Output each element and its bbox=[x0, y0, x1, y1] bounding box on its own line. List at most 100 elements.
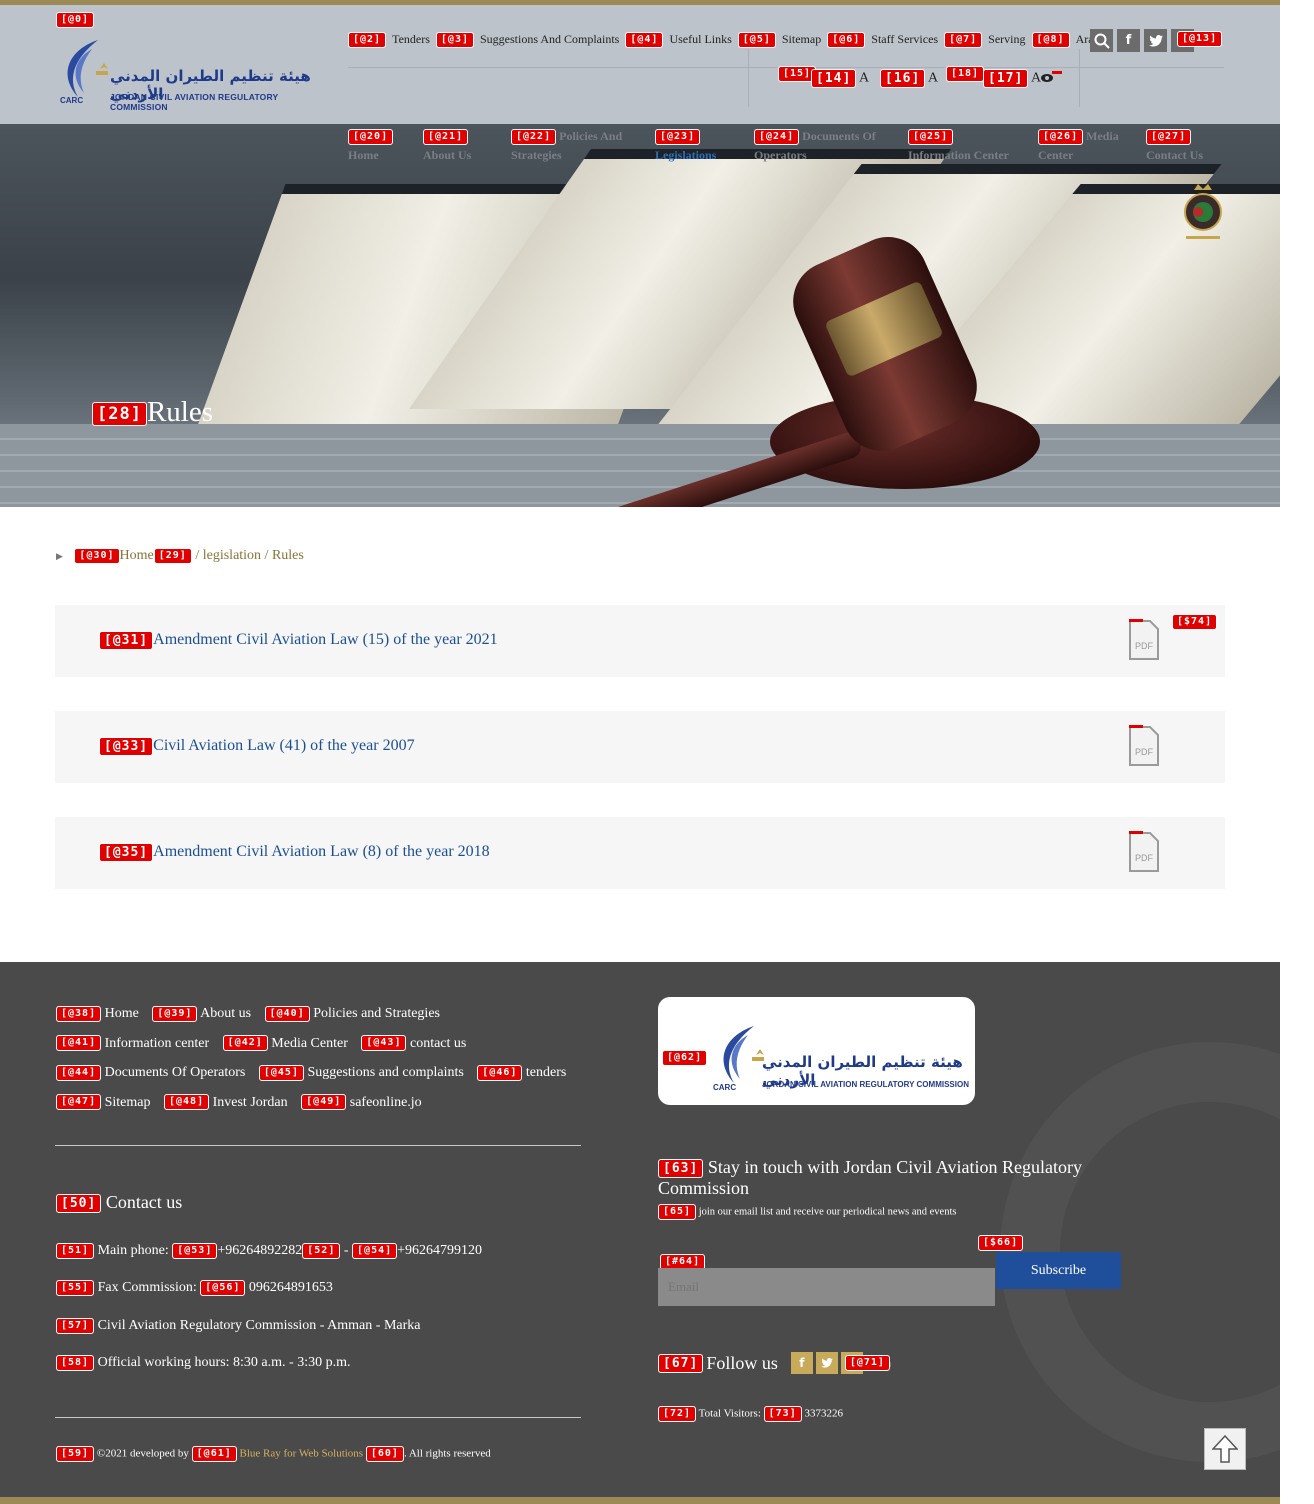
footer-logo[interactable]: [@62] هيئة تنظيم الطيران المدني الأردني … bbox=[658, 997, 975, 1105]
contrast-toggle-icon[interactable] bbox=[1040, 71, 1062, 83]
marker-23: [@23] bbox=[655, 129, 701, 146]
footer-divider bbox=[55, 1417, 581, 1418]
marker-42: [@42] bbox=[222, 1035, 268, 1052]
twitter-bird-icon bbox=[821, 1358, 833, 1368]
document-row: [@35] Amendment Civil Aviation Law (8) of… bbox=[55, 817, 1225, 889]
top-link-tenders[interactable]: Tenders bbox=[392, 32, 430, 48]
fax-link[interactable]: 096264891653 bbox=[249, 1280, 333, 1295]
breadcrumb-arrow-icon: ▶ bbox=[56, 551, 63, 562]
marker-66: [$66] bbox=[978, 1235, 1024, 1251]
marker-62: [@62] bbox=[662, 1050, 708, 1066]
contact-address: [57] Civil Aviation Regulatory Commissio… bbox=[56, 1318, 420, 1334]
marker-14: [14] bbox=[811, 69, 857, 88]
document-link[interactable]: [@33] Civil Aviation Law (41) of the year… bbox=[99, 737, 415, 756]
marker-35: [@35] bbox=[99, 843, 154, 862]
marker-56: [@56] bbox=[200, 1280, 246, 1296]
marker-30: [@30] bbox=[74, 548, 120, 564]
footer-link-safeonline[interactable]: safeonline.jo bbox=[350, 1095, 422, 1110]
breadcrumb-path: / legislation / Rules bbox=[191, 548, 304, 564]
marker-55: [55] bbox=[56, 1280, 95, 1296]
marker-8: [@8] bbox=[1031, 32, 1070, 48]
hero-banner: [@20] Home [@21] About Us [@22] Policies A… bbox=[0, 124, 1280, 507]
marker-38: [@38] bbox=[56, 1005, 102, 1022]
marker-20: [@20] bbox=[348, 129, 394, 146]
instagram-icon[interactable]: [@13] bbox=[1171, 29, 1223, 52]
pdf-label: PDF bbox=[1135, 641, 1154, 651]
document-link[interactable]: [@31] Amendment Civil Aviation Law (15) o… bbox=[99, 631, 498, 650]
marker-26: [@26] bbox=[1038, 129, 1084, 146]
footer-link-home[interactable]: Home bbox=[105, 1006, 139, 1021]
marker-43: [@43] bbox=[361, 1035, 407, 1052]
marker-13: [@13] bbox=[1177, 31, 1223, 47]
marker-52: [52] bbox=[302, 1243, 341, 1259]
footer-link-tenders[interactable]: tenders bbox=[526, 1065, 566, 1080]
footer-link-suggestions[interactable]: Suggestions and complaints bbox=[307, 1065, 463, 1080]
marker-2: [@2] bbox=[348, 32, 387, 48]
font-reset-button[interactable]: A bbox=[928, 71, 938, 86]
bottom-gold-stripe bbox=[0, 1497, 1280, 1504]
site-logo[interactable]: هيئة تنظيم الطيران المدني الأردني JORDAN… bbox=[58, 35, 318, 112]
main-nav: [@20] Home [@21] About Us [@22] Policies A… bbox=[0, 124, 1280, 174]
footer-link-about[interactable]: About us bbox=[200, 1006, 251, 1021]
pdf-icon[interactable]: PDF bbox=[1128, 619, 1160, 661]
nav-information[interactable]: [@25] Information Center bbox=[908, 127, 1009, 165]
phone-link-2[interactable]: +96264799120 bbox=[397, 1243, 482, 1258]
nav-home[interactable]: [@20] Home bbox=[348, 127, 394, 165]
contact-fax: [55] Fax Commission: [@56] 096264891653 bbox=[56, 1280, 333, 1296]
pdf-label: PDF bbox=[1135, 747, 1154, 757]
top-link-staff-services[interactable]: Staff Services bbox=[871, 32, 938, 48]
nav-policies[interactable]: [@22] Policies And Strategies bbox=[511, 127, 622, 165]
phone-link-1[interactable]: +96264892282 bbox=[217, 1243, 302, 1258]
marker-3: [@3] bbox=[435, 32, 474, 48]
top-link-suggestions[interactable]: Suggestions And Complaints bbox=[480, 32, 619, 48]
footer-links: [@38] Home [@39] About us [@40] Policies… bbox=[56, 999, 576, 1117]
marker-7: [@7] bbox=[944, 32, 983, 48]
nav-contact[interactable]: [@27] Contact Us bbox=[1146, 127, 1203, 165]
breadcrumb-home[interactable]: Home bbox=[120, 548, 154, 563]
document-link[interactable]: [@35] Amendment Civil Aviation Law (8) of… bbox=[99, 843, 490, 862]
arrow-up-icon bbox=[1212, 1435, 1238, 1463]
marker-33: [@33] bbox=[99, 737, 154, 756]
newsletter-email-input[interactable] bbox=[658, 1268, 995, 1306]
developer-link[interactable]: Blue Ray for Web Solutions bbox=[240, 1448, 364, 1460]
footer-link-contact[interactable]: contact us bbox=[410, 1036, 466, 1051]
pdf-icon[interactable]: PDF bbox=[1128, 725, 1160, 767]
footer-link-policies[interactable]: Policies and Strategies bbox=[313, 1006, 440, 1021]
footer-link-information[interactable]: Information center bbox=[105, 1036, 210, 1051]
search-button[interactable] bbox=[1090, 29, 1113, 52]
logo-english-text: JORDAN CIVIL AVIATION REGULATORY COMMISS… bbox=[110, 92, 279, 112]
font-decrease-button[interactable]: A bbox=[859, 71, 869, 86]
footer-link-invest[interactable]: Invest Jordan bbox=[213, 1095, 288, 1110]
marker-16: [16] bbox=[880, 69, 926, 88]
footer-divider bbox=[55, 1145, 581, 1146]
marker-18: [18] bbox=[946, 66, 985, 82]
footer-instagram-icon[interactable]: [@71] bbox=[840, 1352, 890, 1374]
nav-media[interactable]: [@26] Media Center bbox=[1038, 127, 1119, 165]
footer-logo-abbr: CARC bbox=[713, 1083, 737, 1092]
newsletter-subtext: [65] join our email list and receive our… bbox=[658, 1204, 956, 1220]
top-link-useful-links[interactable]: Useful Links bbox=[669, 32, 731, 48]
twitter-icon[interactable] bbox=[1144, 29, 1167, 52]
top-link-sitemap[interactable]: Sitemap bbox=[782, 32, 821, 48]
marker-48: [@48] bbox=[164, 1094, 210, 1111]
footer-link-media[interactable]: Media Center bbox=[271, 1036, 348, 1051]
footer-link-documents[interactable]: Documents Of Operators bbox=[105, 1065, 246, 1080]
footer-facebook-icon[interactable]: f bbox=[790, 1352, 813, 1374]
marker-71: [@71] bbox=[844, 1355, 890, 1371]
nav-legislations[interactable]: [@23] Legislations bbox=[655, 127, 716, 165]
facebook-icon[interactable]: f bbox=[1117, 29, 1140, 52]
nav-about[interactable]: [@21] About Us bbox=[423, 127, 471, 165]
scroll-to-top-button[interactable] bbox=[1204, 1428, 1246, 1470]
marker-74: [$74] bbox=[1172, 614, 1218, 630]
header-vertical-divider bbox=[748, 49, 749, 107]
copyright: [59] ©2021 developed by [@61] Blue Ray f… bbox=[56, 1446, 491, 1462]
follow-us: [67] Follow us f [@71] in bbox=[658, 1352, 896, 1374]
footer-link-sitemap[interactable]: Sitemap bbox=[105, 1095, 151, 1110]
nav-documents[interactable]: [@24] Documents Of Operators bbox=[754, 127, 876, 165]
footer-twitter-icon[interactable] bbox=[815, 1352, 838, 1374]
site-header: [@0] هيئة تنظيم الطيران المدني الأردني J… bbox=[0, 5, 1280, 124]
pdf-icon[interactable]: PDF bbox=[1128, 831, 1160, 873]
top-link-serving[interactable]: Serving bbox=[988, 32, 1025, 48]
marker-45: [@45] bbox=[258, 1064, 304, 1081]
subscribe-button[interactable]: Subscribe bbox=[996, 1252, 1121, 1289]
